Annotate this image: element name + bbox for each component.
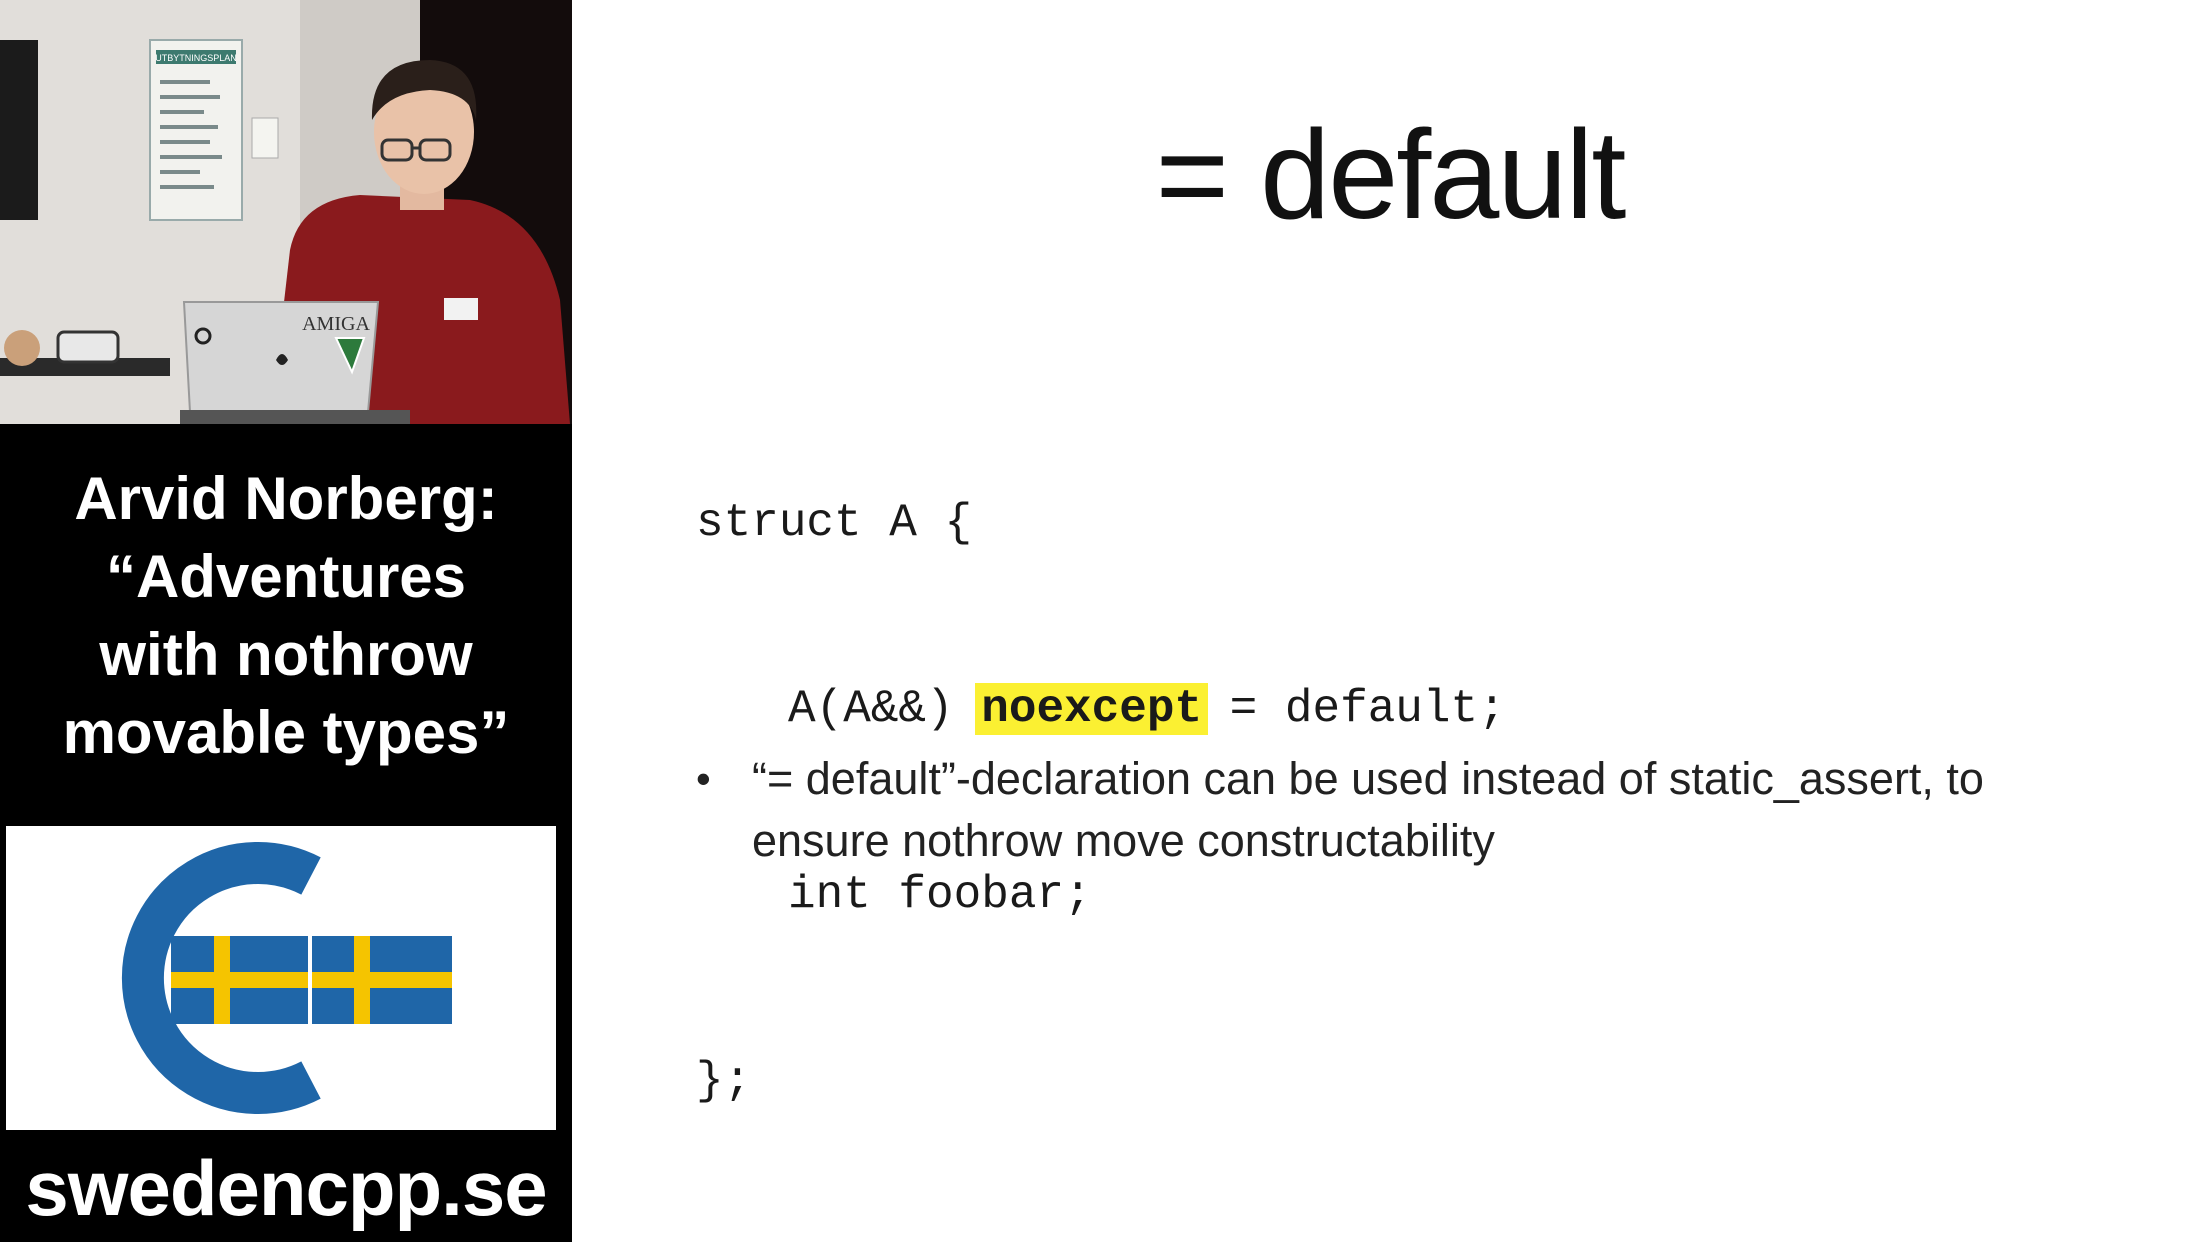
bullet-text: “= default”-declaration can be used inst… [752, 753, 1984, 866]
poster-text: UTBYTNINGSPLAN [155, 53, 237, 63]
swedencpp-logo [6, 826, 556, 1130]
code-line-4: }; [696, 1055, 752, 1107]
talk-title-line: movable types” [62, 699, 510, 766]
poster [149, 39, 243, 221]
shelf-box [56, 330, 120, 364]
bullet-dot-icon: • [696, 755, 711, 802]
wall-switch [251, 117, 279, 159]
shelf-object [4, 330, 40, 366]
speaker-video: UTBYTNINGSPLAN AMIGA [0, 0, 572, 424]
slide-title: = default [1155, 104, 1627, 245]
code-line-2-prefix: A(A&&) [788, 683, 982, 735]
talk-title-line: with nothrow [99, 621, 473, 688]
logo-flag-right-horizontal [312, 972, 452, 988]
swedencpp-logo-icon [121, 842, 452, 1114]
code-line-3-text: int foobar; [788, 869, 1092, 921]
name-badge [444, 298, 478, 320]
code-line-1: struct A { [696, 497, 973, 549]
talk-title-line: Arvid Norberg: [74, 465, 498, 532]
code-line-2-suffix: = default; [1202, 683, 1506, 735]
wall-monitor [0, 40, 38, 220]
logo-flag-left-horizontal [171, 972, 308, 988]
slide: = default struct A { A(A&&) noexcept = d… [572, 0, 2208, 1242]
talk-sidebar: UTBYTNINGSPLAN AMIGA Arvid Norberg: “Adv… [0, 0, 572, 1242]
speaker-video-frame: UTBYTNINGSPLAN AMIGA [0, 0, 572, 424]
code-line-2: A(A&&) noexcept = default; [696, 678, 1506, 740]
code-line-3: int foobar; [696, 864, 1506, 926]
talk-title: Arvid Norberg: “Adventures with nothrow … [0, 460, 572, 772]
site-url: swedencpp.se [25, 1144, 547, 1232]
talk-title-line: “Adventures [105, 543, 467, 610]
laptop-sticker: AMIGA [302, 313, 370, 335]
noexcept-highlight: noexcept [975, 683, 1209, 735]
lectern [180, 410, 410, 424]
